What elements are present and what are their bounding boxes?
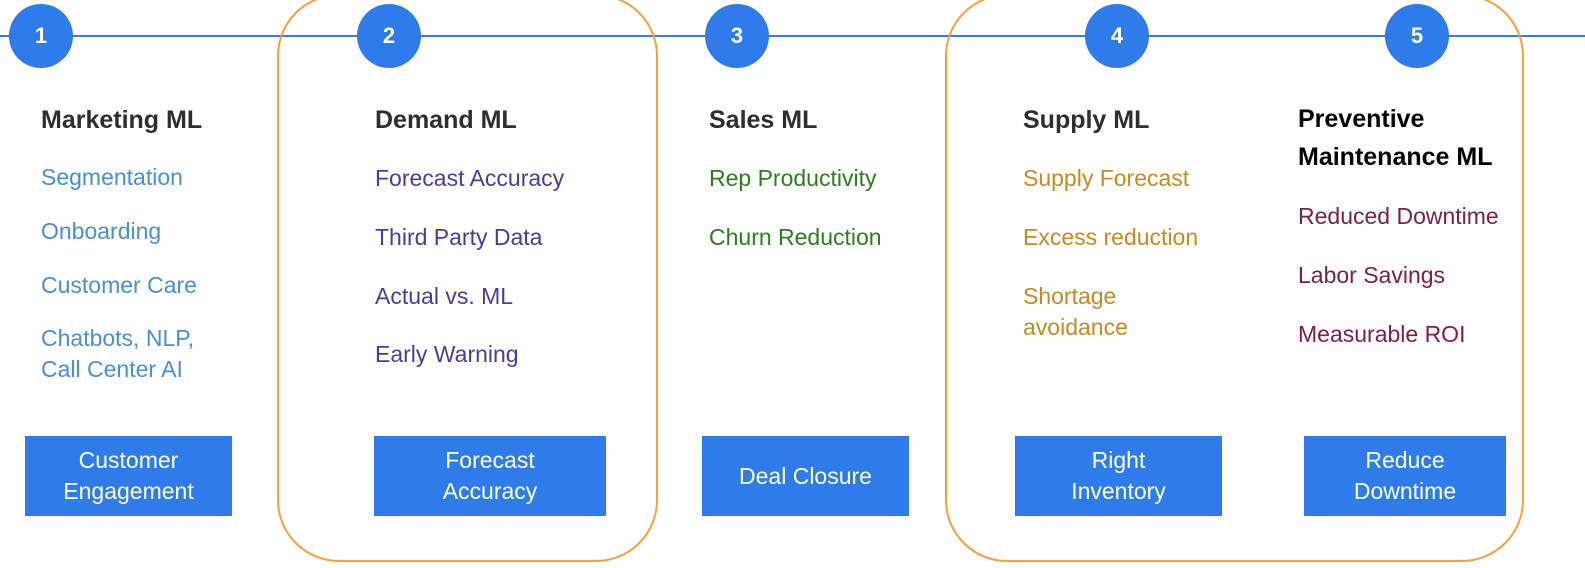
stage-item: Onboarding [41, 218, 162, 244]
outcome-button-reduce-downtime[interactable]: Reduce Downtime [1304, 436, 1506, 516]
stage-item: Third Party Data [375, 224, 543, 250]
outcome-button-deal-closure[interactable]: Deal Closure [702, 436, 909, 516]
stage-item: Forecast Accuracy [375, 165, 565, 191]
step-badge-4: 4 [1085, 4, 1149, 68]
stage-item: Supply Forecast [1023, 165, 1190, 191]
stage-title-marketing: Marketing ML [41, 106, 203, 134]
step-badge-2: 2 [357, 4, 421, 68]
step-badge-3: 3 [705, 4, 769, 68]
stage-item: Labor Savings [1298, 262, 1446, 288]
stage-title-sales: Sales ML [709, 106, 818, 134]
step-badge-5: 5 [1385, 4, 1449, 68]
stage-item: Customer Care [41, 272, 197, 298]
stage-item: Rep Productivity [709, 165, 877, 191]
stage-item: Reduced Downtime [1298, 203, 1499, 229]
stage-item: Actual vs. ML [375, 283, 514, 309]
stage-item: Churn Reduction [709, 224, 882, 250]
stage-title-supply: Supply ML [1023, 106, 1150, 134]
outcome-button-customer-engagement[interactable]: Customer Engagement [25, 436, 232, 516]
stage-title-preventive-maintenance: Preventive Maintenance ML [1298, 105, 1493, 171]
stage-item: Shortage avoidance [1023, 283, 1128, 340]
stage-title-demand: Demand ML [375, 106, 517, 134]
outcome-button-right-inventory[interactable]: Right Inventory [1015, 436, 1222, 516]
outcome-button-forecast-accuracy[interactable]: Forecast Accuracy [374, 436, 606, 516]
stage-item: Chatbots, NLP, Call Center AI [41, 325, 195, 382]
stage-item: Early Warning [375, 341, 519, 367]
stage-item: Measurable ROI [1298, 321, 1466, 347]
step-badge-1: 1 [9, 4, 73, 68]
stage-item: Segmentation [41, 164, 183, 190]
stage-item: Excess reduction [1023, 224, 1199, 250]
